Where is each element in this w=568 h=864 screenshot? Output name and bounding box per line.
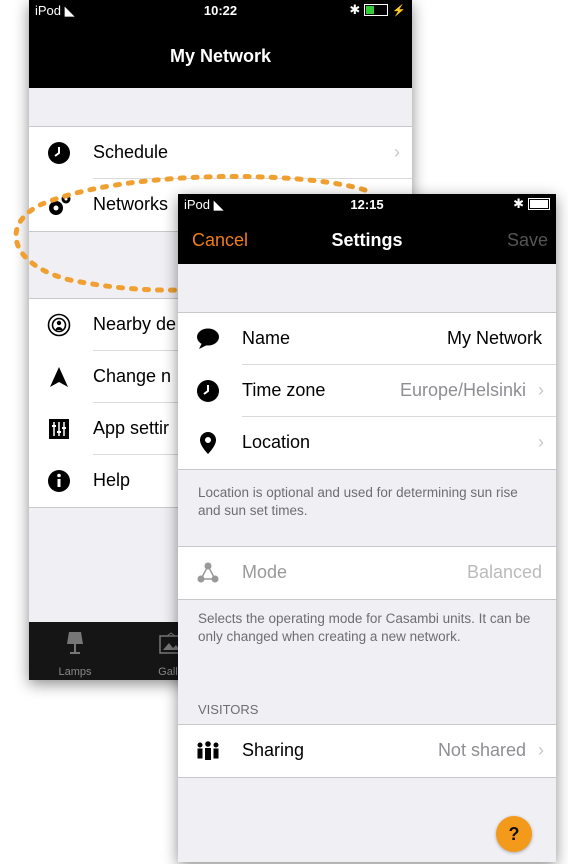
tab-lamps[interactable]: Lamps: [43, 622, 107, 680]
nav-bar: Cancel Settings Save: [178, 216, 556, 264]
status-bar: iPod ◣ 10:22 ✱ ⚡: [29, 0, 412, 22]
menu-item-schedule[interactable]: Schedule ›: [29, 127, 412, 179]
sharing-row[interactable]: Sharing Not shared ›: [178, 725, 556, 777]
speech-bubble-icon: [197, 328, 219, 349]
mode-value: Balanced: [466, 562, 542, 582]
menu-item-label: Nearby de: [93, 314, 177, 334]
menu-item-label: Help: [93, 470, 131, 490]
mode-note: Selects the operating mode for Casambi u…: [198, 611, 531, 644]
help-button[interactable]: ?: [496, 816, 532, 852]
status-time: 12:15: [350, 197, 384, 212]
visitors-group: Sharing Not shared ›: [178, 724, 556, 778]
name-row[interactable]: Name My Network: [178, 313, 556, 365]
status-right: ✱: [513, 196, 550, 212]
chevron-right-icon: ›: [538, 740, 544, 760]
arrow-icon: [50, 367, 68, 387]
sliders-icon: [49, 419, 69, 439]
status-right: ✱ ⚡: [349, 2, 406, 18]
menu-item-label: Networks: [93, 194, 169, 214]
location-label: Location: [242, 432, 311, 452]
network-nodes-icon: [197, 562, 219, 583]
visitors-section-header: VISITORS: [198, 702, 259, 717]
bluetooth-icon: ✱: [513, 196, 524, 211]
battery-icon: [528, 198, 550, 210]
sharing-label: Sharing: [242, 740, 305, 760]
name-value: My Network: [446, 328, 542, 348]
menu-item-label: Schedule: [93, 142, 169, 162]
name-label: Name: [242, 328, 291, 348]
time-zone-row[interactable]: Time zone Europe/Helsinki ›: [178, 365, 556, 417]
clock-icon: [48, 142, 70, 164]
info-icon: [48, 470, 70, 492]
save-button[interactable]: Save: [507, 230, 548, 251]
nav-bar: My Network: [29, 22, 412, 88]
gears-icon: [49, 194, 71, 215]
bluetooth-icon: ✱: [349, 2, 361, 17]
page-title: Settings: [331, 230, 403, 250]
time-zone-value: Europe/Helsinki: [399, 380, 526, 400]
chevron-right-icon: ›: [394, 142, 400, 162]
menu-item-label: App settir: [93, 418, 170, 438]
page-title: My Network: [169, 46, 272, 66]
mode-group: Mode Balanced: [178, 546, 556, 600]
front-phone-screen: iPod ◣ 12:15 ✱ Cancel Settings Save Name…: [178, 194, 556, 862]
battery-icon: [364, 4, 389, 16]
tab-label: Lamps: [58, 666, 92, 678]
menu-item-label: Change n: [93, 366, 172, 386]
settings-general-group: Name My Network Time zone Europe/Helsink…: [178, 312, 556, 470]
charging-icon: ⚡: [392, 4, 406, 17]
status-bar: iPod ◣ 12:15 ✱: [178, 194, 556, 216]
mode-row: Mode Balanced: [178, 547, 556, 599]
map-pin-icon: [200, 432, 216, 454]
lamp-icon: [67, 632, 83, 654]
mode-label: Mode: [242, 562, 288, 582]
sharing-value: Not shared: [437, 740, 526, 760]
time-zone-label: Time zone: [242, 380, 326, 400]
chevron-right-icon: ›: [538, 432, 544, 452]
people-icon: [197, 741, 219, 760]
clock-icon: [197, 380, 219, 402]
location-note: Location is optional and used for determ…: [198, 485, 518, 518]
location-row[interactable]: Location ›: [178, 417, 556, 469]
chevron-right-icon: ›: [538, 380, 544, 400]
broadcast-icon: [47, 313, 71, 337]
